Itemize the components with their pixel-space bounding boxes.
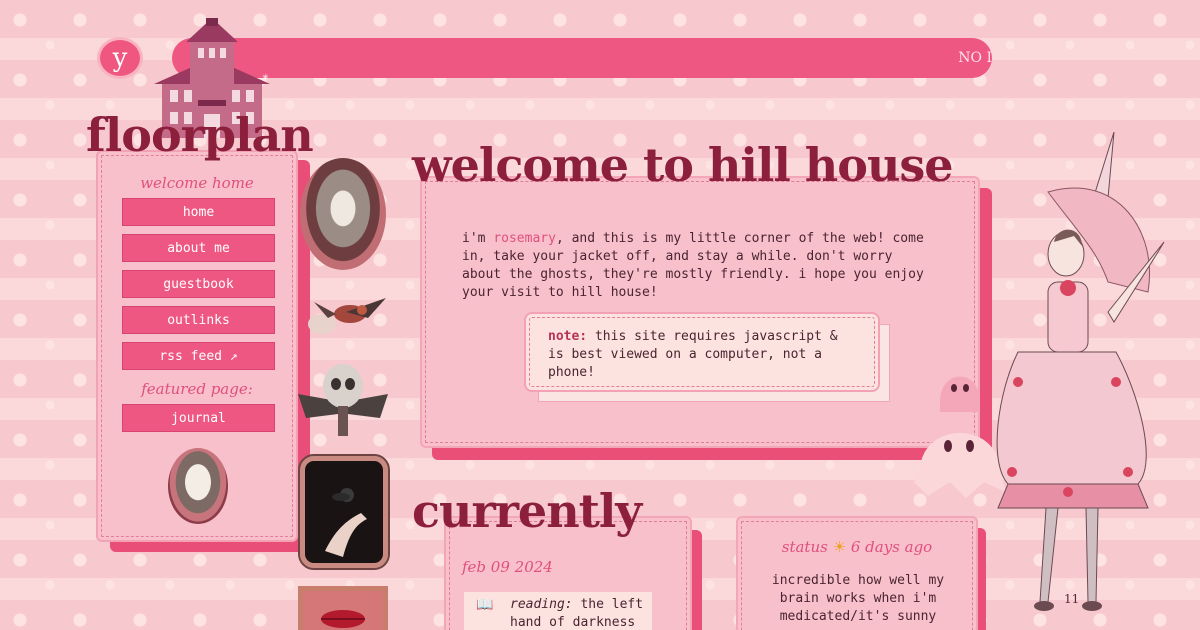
sidebar-subtitle: welcome home — [140, 174, 254, 192]
currently-date: feb 09 2024 — [462, 558, 553, 576]
reading-entry: 📖 reading: the left hand of darkness - — [464, 592, 652, 630]
victorian-girl-illustration — [996, 132, 1165, 611]
reading-label: reading: — [510, 597, 573, 612]
page-number: 11 — [1064, 592, 1080, 606]
welcome-panel: i'm rosemary, and this is my little corn… — [420, 176, 980, 448]
featured-page-label: featured page: — [141, 380, 253, 398]
hand-with-bird-frame — [298, 454, 390, 570]
nav-journal-link[interactable]: journal — [122, 404, 275, 432]
top-marquee-bar: NO I — [172, 38, 992, 78]
lips-portrait-frame — [298, 586, 388, 630]
nav-guestbook-link[interactable]: guestbook — [122, 270, 275, 298]
currently-title: currently — [412, 484, 642, 538]
nav-outlinks-link[interactable]: outlinks — [122, 306, 275, 334]
note-text: this site requires javascript & is best … — [548, 329, 838, 380]
nav-about-me-link[interactable]: about me — [122, 234, 275, 262]
death-moth-illustration — [298, 364, 388, 436]
status-panel: status ☀ 6 days ago incredible how well … — [736, 516, 978, 630]
logo-letter: y — [112, 43, 128, 73]
owner-name: rosemary — [493, 231, 556, 246]
status-label: status — [781, 538, 828, 556]
sun-icon: ☀ — [832, 538, 847, 556]
marquee-text: NO I — [958, 50, 992, 66]
note-label: note: — [548, 329, 588, 344]
status-header: status ☀ 6 days ago — [738, 538, 976, 556]
skull-portrait-cameo-large — [300, 158, 386, 270]
status-age: 6 days ago — [850, 538, 933, 556]
welcome-intro-start: i'm — [462, 231, 494, 246]
welcome-title: welcome to hill house — [412, 138, 954, 192]
nav-home-link[interactable]: home — [122, 198, 275, 226]
bird-illustration — [308, 298, 386, 334]
sidebar-title: floorplan — [86, 108, 314, 162]
site-logo[interactable]: y — [97, 37, 143, 79]
welcome-paragraph: i'm rosemary, and this is my little corn… — [462, 230, 932, 302]
sidebar-panel: welcome home home about me guestbook out… — [96, 150, 298, 542]
skull-portrait-cameo — [168, 448, 228, 524]
javascript-note: note: this site requires javascript & is… — [524, 312, 880, 392]
status-text: incredible how well my brain works when … — [771, 573, 945, 624]
sparkle-icon: ✳ — [262, 70, 269, 83]
nav-rss-feed-link[interactable]: rss feed ↗ — [122, 342, 275, 370]
book-icon: 📖 — [476, 597, 494, 613]
